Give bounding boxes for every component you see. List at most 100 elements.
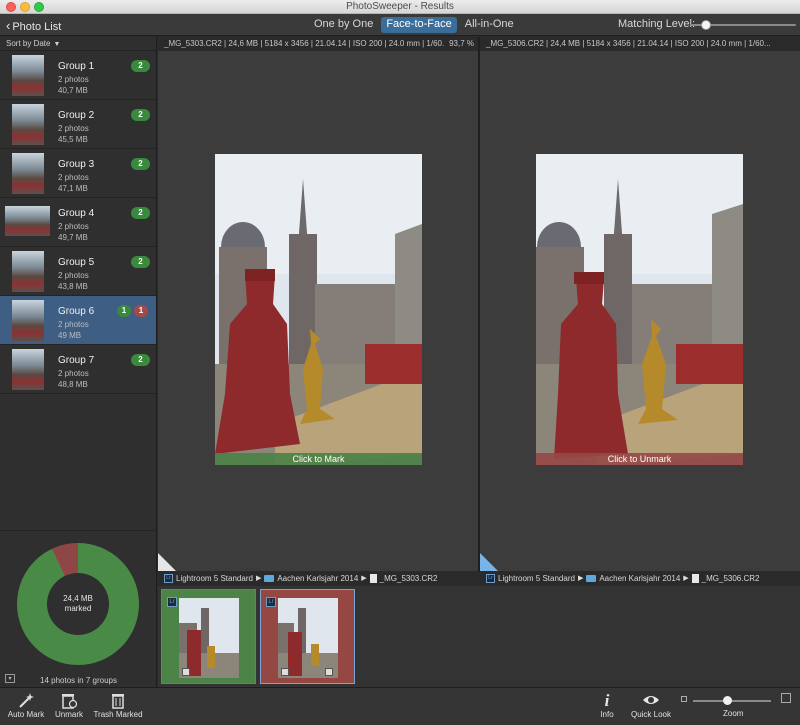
group-row[interactable]: Group 1 2 photos 40,7 MB 2 (0, 51, 156, 100)
right-photo[interactable]: Click to Unmark (536, 154, 743, 465)
quick-look-button[interactable]: Quick Look (628, 692, 674, 719)
group-row[interactable]: Group 4 2 photos 49,7 MB 2 (0, 198, 156, 247)
right-path-bar: Lr Lightroom 5 Standard ▶ Aachen Karlsja… (480, 572, 800, 585)
kept-count-badge: 2 (131, 109, 150, 121)
right-path-file[interactable]: _MG_5306.CR2 (702, 572, 760, 585)
group-size: 48,8 MB (58, 380, 88, 389)
triangle-down-icon: ▼ (53, 41, 61, 48)
group-row[interactable]: Group 3 2 photos 47,1 MB 2 (0, 149, 156, 198)
group-photo-count: 2 photos (58, 271, 89, 280)
left-path-folder[interactable]: Aachen Karlsjahr 2014 (277, 572, 358, 585)
group-name: Group 1 (58, 61, 95, 72)
zoom-out-icon[interactable] (681, 696, 687, 702)
group-sidebar: Sort by Date ▼ Group 12 photos 40,7 MB 2 Gro… (0, 37, 157, 687)
marked-size-donut-chart: 24,4 MB marked (17, 543, 139, 665)
group-photo-count: 2 photos (58, 222, 89, 231)
trash-marked-button[interactable]: Trash Marked (92, 692, 144, 719)
matching-level-label: Matching Level: (618, 18, 696, 30)
right-compare-pane[interactable]: Click to Unmark (480, 51, 800, 571)
mode-all-in-one[interactable]: All-in-One (460, 17, 519, 33)
photo-list-back-button[interactable]: ‹ Photo List (6, 18, 61, 33)
group-row[interactable]: Group 2 2 photos 45,5 MB 2 (0, 100, 156, 149)
unmark-button[interactable]: Unmark (52, 692, 86, 719)
left-path-catalog[interactable]: Lightroom 5 Standard (176, 572, 253, 585)
unmark-label: Unmark (54, 710, 83, 719)
toolbar: ‹ Photo List One by One Face-to-Face All-… (0, 14, 800, 36)
left-photo-info-bar: _MG_5303.CR2 | 24,6 MB | 5184 x 3456 | 2… (158, 37, 478, 51)
marked-size-caption: marked (64, 604, 92, 613)
marked-size-value: 24,4 MB (63, 594, 93, 603)
group-thumbnail (5, 206, 50, 236)
lightroom-catalog-icon: Lr (486, 574, 495, 583)
right-photo-info: _MG_5306.CR2 | 24,4 MB | 5184 x 3456 | 2… (486, 39, 771, 48)
info-button[interactable]: i Info (595, 692, 619, 719)
trash-icon (325, 668, 333, 676)
zoom-slider-knob[interactable] (722, 696, 732, 705)
group-thumbnail (12, 251, 44, 292)
left-compare-pane[interactable]: Click to Mark (158, 51, 478, 571)
group-size: 47,1 MB (58, 184, 88, 193)
kept-count-badge: 2 (131, 60, 150, 72)
filmstrip-thumb-marked[interactable]: Lr (260, 589, 355, 684)
kept-count-badge: 2 (131, 158, 150, 170)
group-row[interactable]: Group 5 2 photos 43,8 MB 2 (0, 247, 156, 296)
path-arrow-icon: ▶ (361, 575, 367, 582)
matching-level-knob[interactable] (700, 20, 711, 30)
comment-icon (182, 668, 190, 676)
group-name: Group 3 (58, 159, 95, 170)
group-size: 49,7 MB (58, 233, 88, 242)
group-photo-count: 2 photos (58, 320, 89, 329)
eye-icon (643, 696, 659, 704)
group-row[interactable]: Group 6 2 photos 49 MB 1 1 (0, 296, 156, 345)
zoom-slider[interactable] (693, 696, 771, 705)
click-to-unmark-button[interactable]: Click to Unmark (536, 453, 743, 465)
cathedral-chess-photo (536, 154, 743, 465)
marked-summary-panel: 24,4 MB marked ▾ 14 photos in 7 groups (0, 530, 157, 687)
matching-level-slider[interactable] (690, 20, 796, 30)
cathedral-chess-photo (215, 154, 422, 465)
left-photo-info: _MG_5303.CR2 | 24,6 MB | 5184 x 3456 | 2… (164, 39, 449, 48)
group-thumbnail (12, 153, 44, 194)
group-size: 43,8 MB (58, 282, 88, 291)
right-path-folder[interactable]: Aachen Karlsjahr 2014 (599, 572, 680, 585)
zoom-label: Zoom (723, 709, 744, 718)
group-list: Group 1 2 photos 40,7 MB 2 Group 2 2 photos 45… (0, 51, 156, 394)
right-path-catalog[interactable]: Lightroom 5 Standard (498, 572, 575, 585)
left-photo[interactable]: Click to Mark (215, 154, 422, 465)
filmstrip-thumb-kept[interactable]: Lr (161, 589, 256, 684)
path-arrow-icon: ▶ (683, 575, 689, 582)
group-thumbnail (12, 300, 44, 341)
chevron-left-icon: ‹ (6, 18, 11, 33)
back-button-label: Photo List (12, 21, 62, 33)
window-title: PhotoSweeper - Results (346, 1, 454, 12)
kept-count-badge: 2 (131, 207, 150, 219)
zoom-in-icon[interactable] (781, 693, 791, 703)
auto-mark-button[interactable]: Auto Mark (6, 692, 46, 719)
mode-face-to-face[interactable]: Face-to-Face (381, 17, 457, 33)
unmark-trash-icon (62, 694, 77, 709)
file-icon (691, 574, 699, 583)
folder-icon (264, 575, 275, 582)
group-size: 40,7 MB (58, 86, 88, 95)
group-name: Group 2 (58, 110, 95, 121)
filmstrip: Lr Lr (158, 586, 800, 687)
group-name: Group 5 (58, 257, 95, 268)
group-size: 45,5 MB (58, 135, 88, 144)
photo-group-count: 14 photos in 7 groups (40, 676, 117, 685)
left-path-file[interactable]: _MG_5303.CR2 (380, 572, 438, 585)
comment-icon (281, 668, 289, 676)
group-thumbnail (12, 349, 44, 390)
group-photo-count: 2 photos (58, 124, 89, 133)
group-photo-count: 2 photos (58, 75, 89, 84)
left-path-bar: Lr Lightroom 5 Standard ▶ Aachen Karlsja… (158, 572, 478, 585)
group-row[interactable]: Group 7 2 photos 48,8 MB 2 (0, 345, 156, 394)
path-arrow-icon: ▶ (577, 575, 584, 582)
unmarked-corner-flag (158, 553, 176, 571)
group-thumbnail (12, 104, 44, 145)
sort-by-dropdown[interactable]: Sort by Date ▼ (0, 37, 156, 51)
view-mode-selector: One by One Face-to-Face All-in-One (309, 17, 519, 33)
mode-one-by-one[interactable]: One by One (309, 17, 378, 33)
click-to-mark-button[interactable]: Click to Mark (215, 453, 422, 465)
quick-look-label: Quick Look (630, 710, 672, 719)
sort-label: Sort by Date (6, 39, 51, 48)
